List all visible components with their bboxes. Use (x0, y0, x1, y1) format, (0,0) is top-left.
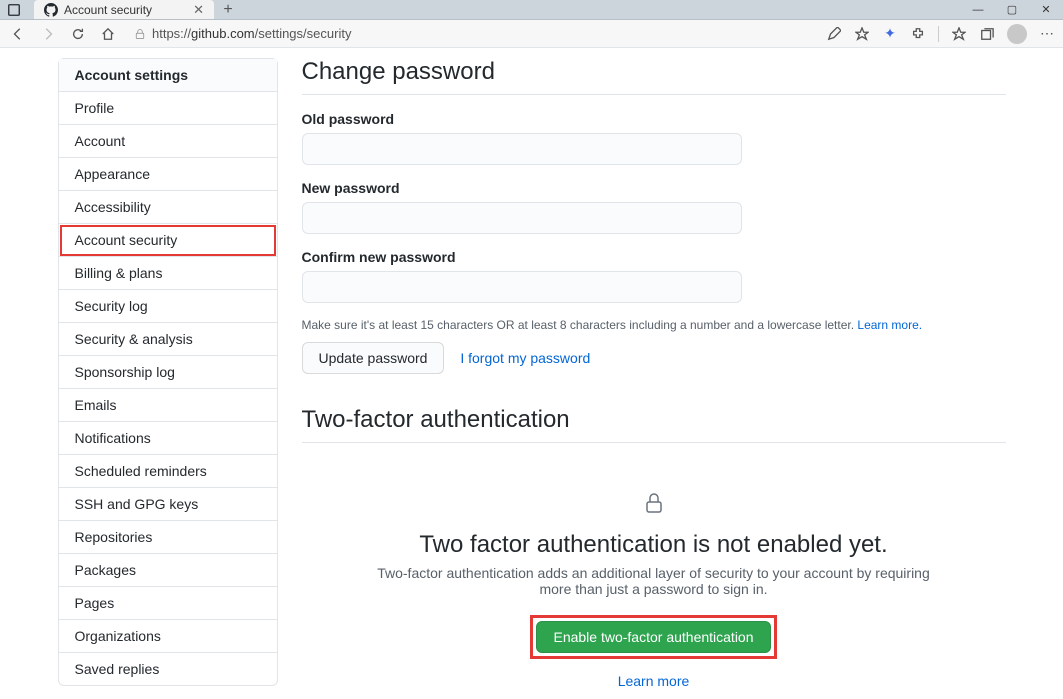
url-path: /settings/security (255, 26, 352, 41)
window-close[interactable]: ✕ (1029, 0, 1063, 19)
main-content: Change password Old password New passwor… (302, 58, 1006, 699)
sidebar-item-scheduled-reminders[interactable]: Scheduled reminders (59, 455, 277, 488)
confirm-password-label: Confirm new password (302, 249, 1006, 265)
tfa-enable-highlight: Enable two-factor authentication (530, 615, 776, 659)
sidebar-heading: Account settings (59, 59, 277, 92)
tfa-blankslate: Two factor authentication is not enabled… (302, 459, 1006, 699)
nav-home-button[interactable] (98, 27, 118, 41)
github-icon (44, 3, 58, 17)
enable-tfa-button[interactable]: Enable two-factor authentication (536, 621, 770, 653)
tab-close-icon[interactable]: ✕ (193, 2, 204, 18)
collections-icon[interactable] (979, 26, 995, 42)
window-minimize[interactable]: — (961, 0, 995, 19)
tab-title: Account security (64, 3, 187, 17)
tfa-subtext: Two-factor authentication adds an additi… (374, 565, 934, 597)
sidebar-item-packages[interactable]: Packages (59, 554, 277, 587)
change-password-title: Change password (302, 58, 1006, 95)
tab-overview-btn[interactable] (0, 0, 28, 19)
old-password-label: Old password (302, 111, 1006, 127)
tfa-heading: Two factor authentication is not enabled… (322, 531, 986, 559)
sidebar-item-saved-replies[interactable]: Saved replies (59, 653, 277, 685)
toolbar-separator (938, 26, 939, 42)
browser-tab-strip: Account security ✕ + — ▢ ✕ (0, 0, 1063, 20)
sidebar-item-account-security[interactable]: Account security (59, 224, 277, 257)
password-learn-more-link[interactable]: Learn more. (857, 318, 922, 332)
sidebar-item-billing[interactable]: Billing & plans (59, 257, 277, 290)
sidebar-item-emails[interactable]: Emails (59, 389, 277, 422)
window-maximize[interactable]: ▢ (995, 0, 1029, 19)
nav-refresh-button[interactable] (68, 27, 88, 41)
sidebar-item-security-analysis[interactable]: Security & analysis (59, 323, 277, 356)
settings-sidebar: Account settings Profile Account Appeara… (58, 58, 278, 699)
sidebar-item-security-log[interactable]: Security log (59, 290, 277, 323)
address-bar: https://github.com/settings/security ✦ ⋯ (0, 20, 1063, 48)
favorites-icon[interactable] (951, 26, 967, 42)
browser-tab-active[interactable]: Account security ✕ (34, 0, 214, 19)
nav-back-button[interactable] (8, 27, 28, 41)
confirm-password-input[interactable] (302, 271, 742, 303)
favorite-star-icon[interactable] (854, 26, 870, 42)
sidebar-item-pages[interactable]: Pages (59, 587, 277, 620)
new-tab-button[interactable]: + (214, 0, 242, 19)
more-icon[interactable]: ⋯ (1039, 26, 1055, 42)
sidebar-item-sponsorship-log[interactable]: Sponsorship log (59, 356, 277, 389)
extension-icon[interactable] (910, 26, 926, 42)
sidebar-item-notifications[interactable]: Notifications (59, 422, 277, 455)
lock-icon (322, 491, 986, 515)
new-password-label: New password (302, 180, 1006, 196)
pen-icon[interactable] (826, 26, 842, 42)
url-host: github.com (191, 26, 255, 41)
sidebar-item-organizations[interactable]: Organizations (59, 620, 277, 653)
tfa-title: Two-factor authentication (302, 406, 1006, 443)
sidebar-item-appearance[interactable]: Appearance (59, 158, 277, 191)
sidebar-item-repositories[interactable]: Repositories (59, 521, 277, 554)
sidebar-item-accessibility[interactable]: Accessibility (59, 191, 277, 224)
old-password-input[interactable] (302, 133, 742, 165)
sidebar-item-account[interactable]: Account (59, 125, 277, 158)
forgot-password-link[interactable]: I forgot my password (460, 350, 590, 366)
profile-avatar[interactable] (1007, 24, 1027, 44)
new-password-input[interactable] (302, 202, 742, 234)
url-input[interactable]: https://github.com/settings/security (128, 26, 816, 41)
lock-icon (134, 28, 146, 40)
sidebar-item-profile[interactable]: Profile (59, 92, 277, 125)
password-requirements-note: Make sure it's at least 15 characters OR… (302, 318, 1006, 332)
nav-forward-button[interactable] (38, 27, 58, 41)
update-password-button[interactable]: Update password (302, 342, 445, 374)
tfa-learn-more-link[interactable]: Learn more (322, 673, 986, 689)
url-scheme: https:// (152, 26, 191, 41)
sidebar-item-ssh-gpg[interactable]: SSH and GPG keys (59, 488, 277, 521)
sparkle-icon[interactable]: ✦ (882, 26, 898, 42)
